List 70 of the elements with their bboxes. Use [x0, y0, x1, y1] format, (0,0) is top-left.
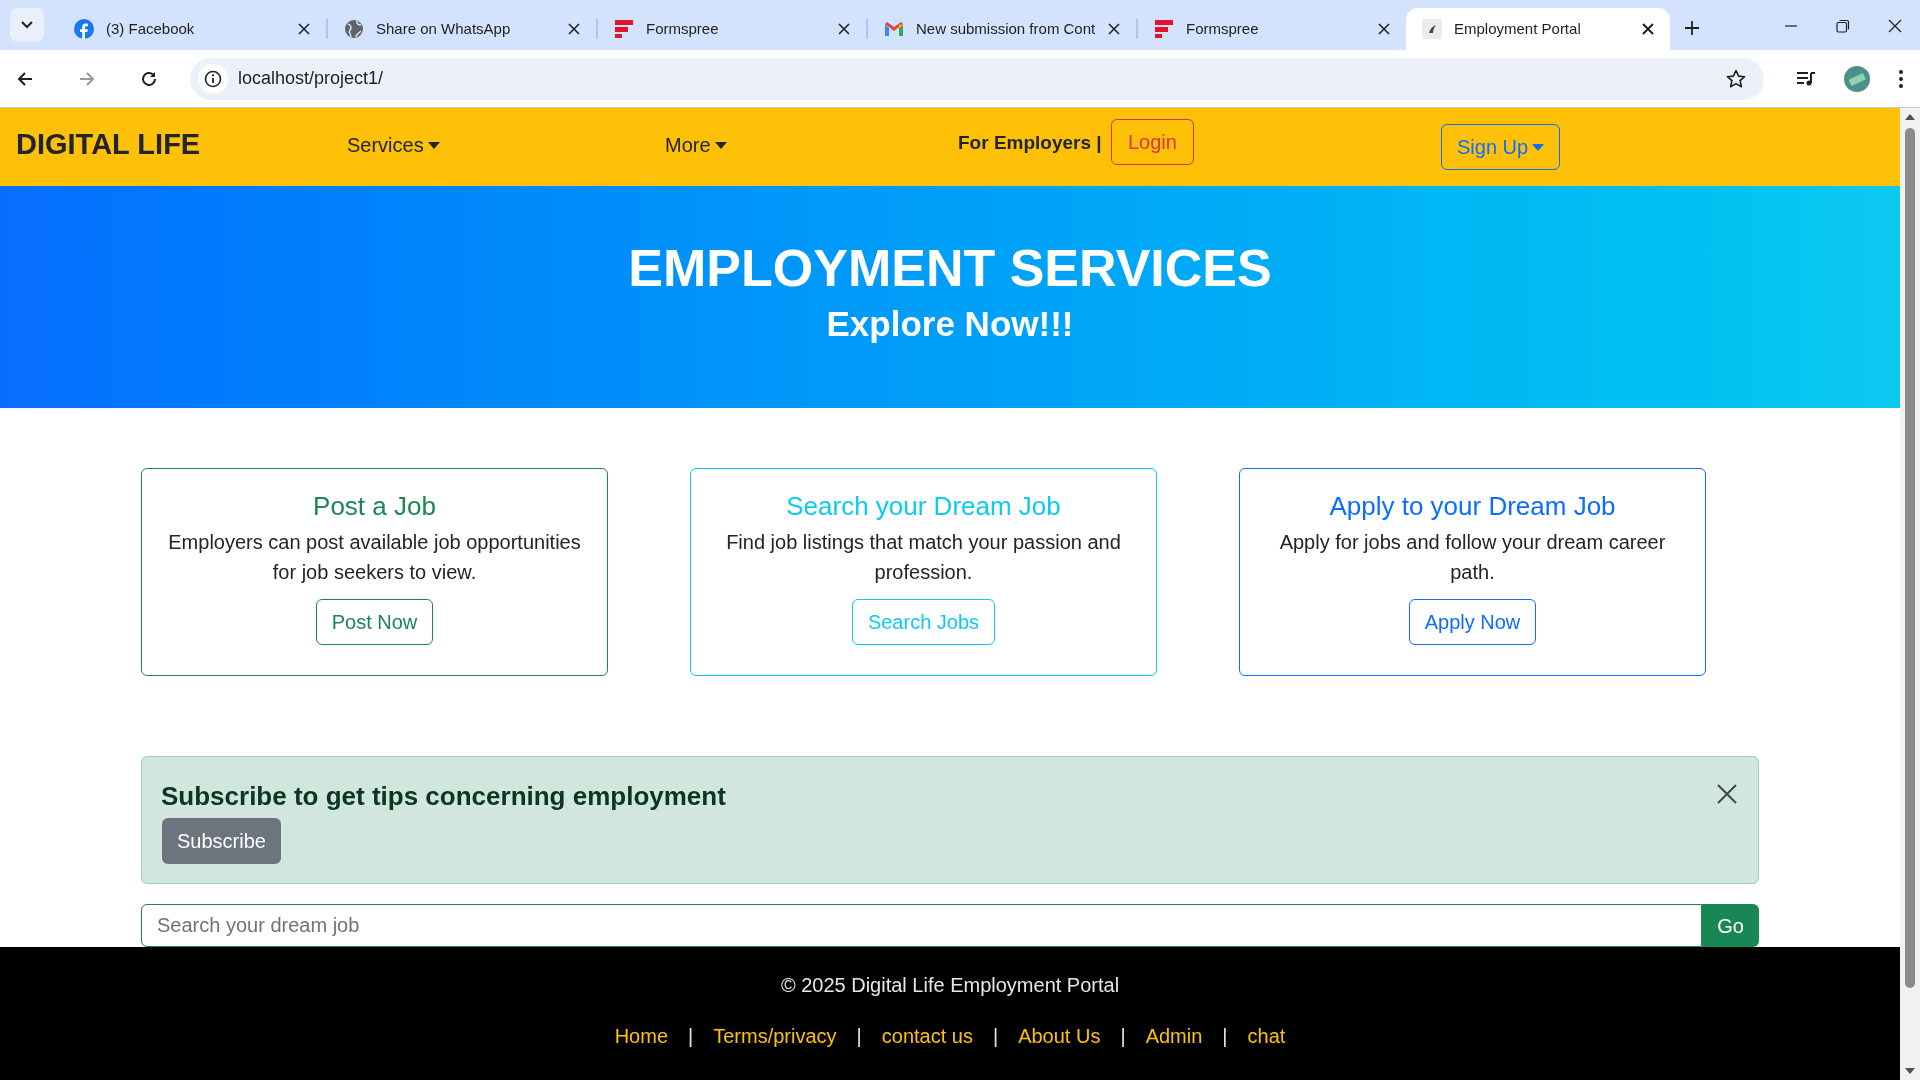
formspree-icon: [614, 19, 634, 39]
facebook-icon: [74, 19, 94, 39]
site-icon: [1422, 19, 1442, 39]
go-button[interactable]: Go: [1702, 904, 1759, 947]
caret-icon: [427, 141, 440, 149]
subscribe-button[interactable]: Subscribe: [162, 818, 281, 864]
menu-icon[interactable]: [1898, 68, 1904, 89]
card-button[interactable]: Post Now: [315, 599, 434, 645]
footer-link[interactable]: Terms/privacy: [713, 1021, 837, 1051]
restore-icon[interactable]: [1836, 19, 1850, 33]
info-icon[interactable]: [204, 69, 222, 88]
search-field[interactable]: Search your dream job: [141, 904, 1702, 947]
close-tab-icon[interactable]: [568, 23, 580, 35]
footer-link[interactable]: contact us: [881, 1021, 973, 1051]
profile-avatar[interactable]: [1844, 65, 1870, 92]
card-text: Employers can post available job opportunities for job seekers to view.: [167, 530, 582, 585]
close-icon[interactable]: [1716, 783, 1738, 805]
caret-icon: [1532, 143, 1545, 151]
footer-separator: |: [1120, 1024, 1126, 1049]
browser-tab[interactable]: Employment Portal: [1406, 8, 1670, 50]
footer-separator: |: [856, 1024, 862, 1049]
chevron-down-icon: [21, 21, 33, 29]
footer-separator: |: [688, 1024, 694, 1049]
close-tab-icon[interactable]: [1108, 23, 1120, 35]
close-icon[interactable]: [1888, 19, 1902, 33]
alert-title: Subscribe to get tips concerning employment: [161, 780, 726, 813]
footer-link[interactable]: About Us: [1018, 1021, 1101, 1051]
footer-link[interactable]: chat: [1247, 1021, 1286, 1051]
media-controls-icon[interactable]: [1796, 69, 1816, 88]
scrollbar[interactable]: [1900, 108, 1920, 1080]
hero-subtitle: Explore Now!!!: [826, 303, 1074, 345]
scroll-down-icon[interactable]: [1905, 1068, 1915, 1074]
card-button[interactable]: Apply Now: [1408, 599, 1537, 645]
close-tab-icon[interactable]: [298, 23, 310, 35]
footer-separator: |: [1222, 1024, 1228, 1049]
gmail-icon: [884, 21, 904, 37]
url-text: localhost/project1/: [238, 67, 384, 90]
footer-link[interactable]: Admin: [1145, 1021, 1203, 1051]
formspree-icon: [1154, 19, 1174, 39]
close-tab-icon[interactable]: [1642, 23, 1654, 35]
browser-tab[interactable]: New submission from Cont: [868, 8, 1136, 50]
scroll-up-icon[interactable]: [1905, 114, 1915, 120]
services-menu[interactable]: Services: [347, 130, 440, 160]
footer-link[interactable]: Home: [614, 1021, 668, 1051]
caret-icon: [714, 141, 727, 149]
card-title: Apply to your Dream Job: [1329, 490, 1616, 522]
reload-icon[interactable]: [140, 69, 158, 88]
new-tab-icon[interactable]: [1684, 20, 1700, 36]
browser-tab[interactable]: Formspree: [1138, 8, 1406, 50]
more-menu[interactable]: More: [665, 130, 727, 160]
brand-logo[interactable]: DIGITAL LIFE: [16, 123, 201, 167]
copyright-text: © 2025 Digital Life Employment Portal: [780, 973, 1120, 998]
forward-icon[interactable]: [78, 69, 96, 88]
bookmark-star-icon[interactable]: [1726, 68, 1746, 89]
for-employers-label: For Employers |: [958, 131, 1102, 155]
card-title: Post a Job: [313, 490, 436, 522]
close-tab-icon[interactable]: [838, 23, 850, 35]
hero-title: EMPLOYMENT SERVICES: [628, 238, 1272, 299]
close-tab-icon[interactable]: [1378, 23, 1390, 35]
card-title: Search your Dream Job: [786, 490, 1061, 522]
globe-icon: [344, 19, 364, 39]
browser-tab[interactable]: Formspree: [598, 8, 866, 50]
card-text: Find job listings that match your passion and profession.: [725, 530, 1122, 585]
back-icon[interactable]: [16, 69, 34, 88]
browser-tab[interactable]: (3) Facebook: [58, 8, 326, 50]
browser-tab[interactable]: Share on WhatsApp: [328, 8, 596, 50]
tab-search-button[interactable]: [10, 8, 44, 42]
address-bar[interactable]: localhost/project1/: [190, 57, 1764, 100]
footer-separator: |: [992, 1024, 999, 1049]
card-text: Apply for jobs and follow your dream career path.: [1278, 530, 1667, 585]
